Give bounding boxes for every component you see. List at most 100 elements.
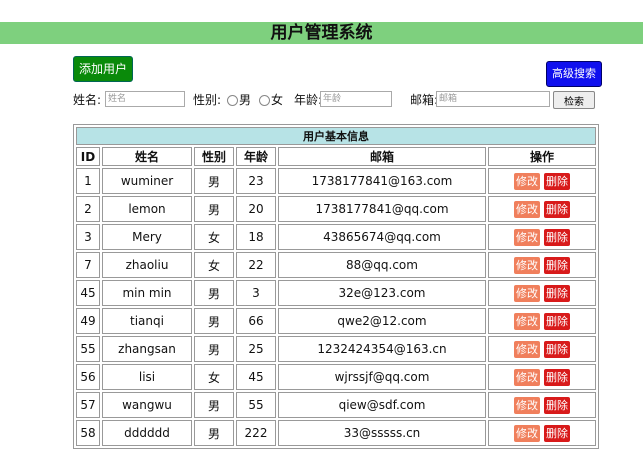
table-row: 57 wangwu 男 55 qiew@sdf.com 修改 删除 [76,392,596,418]
cell-age: 25 [236,336,276,362]
female-label: 女 [271,93,284,107]
cell-age: 66 [236,308,276,334]
table-row: 58 dddddd 男 222 33@sssss.cn 修改 删除 [76,420,596,446]
cell-gender: 男 [194,308,234,334]
table-row: 2 lemon 男 20 1738177841@qq.com 修改 删除 [76,196,596,222]
cell-email: 1738177841@163.com [278,168,486,194]
delete-button[interactable]: 删除 [544,284,570,302]
cell-actions: 修改 删除 [488,168,596,194]
cell-id: 49 [76,308,100,334]
cell-age: 55 [236,392,276,418]
cell-id: 7 [76,252,100,278]
cell-age: 18 [236,224,276,250]
cell-id: 2 [76,196,100,222]
cell-id: 55 [76,336,100,362]
cell-id: 3 [76,224,100,250]
email-label: 邮箱: [410,93,439,107]
cell-email: qiew@sdf.com [278,392,486,418]
name-input[interactable] [105,91,185,107]
cell-age: 23 [236,168,276,194]
cell-name: lemon [102,196,192,222]
cell-name: min min [102,280,192,306]
header-email: 邮箱 [278,147,486,166]
delete-button[interactable]: 删除 [544,200,570,218]
delete-button[interactable]: 删除 [544,424,570,442]
cell-email: qwe2@12.com [278,308,486,334]
delete-button[interactable]: 删除 [544,256,570,274]
edit-button[interactable]: 修改 [514,340,540,358]
cell-actions: 修改 删除 [488,420,596,446]
cell-age: 22 [236,252,276,278]
cell-email: 43865674@qq.com [278,224,486,250]
cell-gender: 女 [194,224,234,250]
table-row: 7 zhaoliu 女 22 88@qq.com 修改 删除 [76,252,596,278]
edit-button[interactable]: 修改 [514,424,540,442]
add-user-button[interactable]: 添加用户 [73,56,134,82]
edit-button[interactable]: 修改 [514,256,540,274]
header-name: 姓名 [102,147,192,166]
cell-actions: 修改 删除 [488,364,596,390]
edit-button[interactable]: 修改 [514,312,540,330]
delete-button[interactable]: 删除 [544,368,570,386]
cell-name: zhaoliu [102,252,192,278]
email-input[interactable] [436,91,550,107]
male-label: 男 [239,93,252,107]
cell-age: 222 [236,420,276,446]
table-row: 1 wuminer 男 23 1738177841@163.com 修改 删除 [76,168,596,194]
edit-button[interactable]: 修改 [514,368,540,386]
page-title: 用户管理系统 [0,22,643,44]
age-input[interactable] [320,91,392,107]
edit-button[interactable]: 修改 [514,228,540,246]
age-label: 年龄: [294,93,323,107]
table-row: 45 min min 男 3 32e@123.com 修改 删除 [76,280,596,306]
cell-actions: 修改 删除 [488,224,596,250]
delete-button[interactable]: 删除 [544,396,570,414]
cell-age: 45 [236,364,276,390]
cell-gender: 男 [194,168,234,194]
cell-gender: 女 [194,364,234,390]
gender-label: 性别: [193,93,222,107]
delete-button[interactable]: 删除 [544,172,570,190]
user-table: 用户基本信息 ID 姓名 性别 年龄 邮箱 操作 1 wuminer 男 23 1738… [73,124,599,449]
cell-name: dddddd [102,420,192,446]
cell-gender: 男 [194,280,234,306]
edit-button[interactable]: 修改 [514,200,540,218]
cell-name: wuminer [102,168,192,194]
cell-actions: 修改 删除 [488,336,596,362]
cell-id: 56 [76,364,100,390]
cell-name: lisi [102,364,192,390]
female-radio[interactable] [259,95,270,106]
cell-age: 3 [236,280,276,306]
table-row: 49 tianqi 男 66 qwe2@12.com 修改 删除 [76,308,596,334]
header-id: ID [76,147,100,166]
delete-button[interactable]: 删除 [544,228,570,246]
delete-button[interactable]: 删除 [544,340,570,358]
delete-button[interactable]: 删除 [544,312,570,330]
table-caption: 用户基本信息 [76,127,596,145]
cell-gender: 男 [194,196,234,222]
edit-button[interactable]: 修改 [514,396,540,414]
table-row: 55 zhangsan 男 25 1232424354@163.cn 修改 删除 [76,336,596,362]
cell-email: 88@qq.com [278,252,486,278]
cell-id: 45 [76,280,100,306]
cell-actions: 修改 删除 [488,196,596,222]
cell-email: 1738177841@qq.com [278,196,486,222]
search-button[interactable]: 检索 [553,91,595,109]
edit-button[interactable]: 修改 [514,284,540,302]
cell-email: 32e@123.com [278,280,486,306]
cell-name: wangwu [102,392,192,418]
cell-actions: 修改 删除 [488,308,596,334]
header-gender: 性别 [194,147,234,166]
header-actions: 操作 [488,147,596,166]
cell-email: 33@sssss.cn [278,420,486,446]
cell-actions: 修改 删除 [488,252,596,278]
cell-gender: 男 [194,420,234,446]
table-row: 3 Mery 女 18 43865674@qq.com 修改 删除 [76,224,596,250]
cell-name: Mery [102,224,192,250]
male-radio[interactable] [227,95,238,106]
cell-email: wjrssjf@qq.com [278,364,486,390]
edit-button[interactable]: 修改 [514,172,540,190]
advanced-search-button[interactable]: 高级搜索 [546,61,602,87]
cell-gender: 女 [194,252,234,278]
cell-age: 20 [236,196,276,222]
